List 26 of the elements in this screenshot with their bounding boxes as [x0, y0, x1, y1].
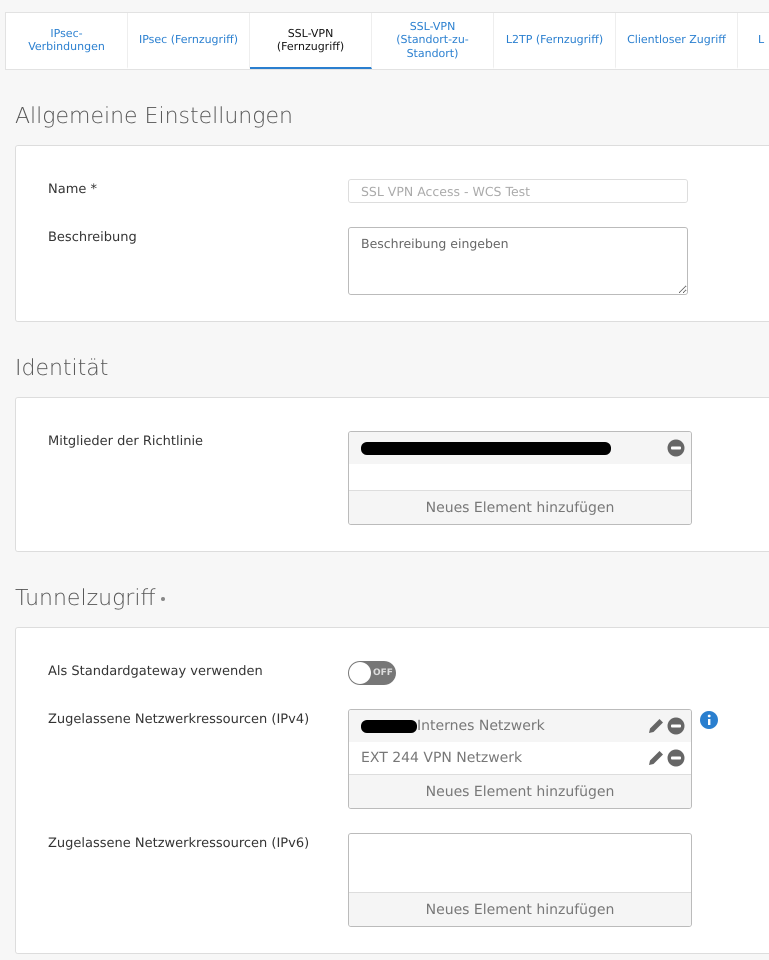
info-icon[interactable] — [700, 711, 718, 729]
section-title: Identität — [15, 356, 108, 381]
edit-icon[interactable] — [647, 717, 665, 735]
field-label: Name * — [48, 181, 98, 197]
field-label: Beschreibung — [48, 229, 138, 245]
field-label: Mitglieder der Richtlinie — [48, 433, 204, 449]
add-element-button[interactable]: Neues Element hinzufügen — [349, 774, 691, 808]
add-element-button[interactable]: Neues Element hinzufügen — [349, 892, 691, 926]
field-label: Zugelassene Netzwerkressourcen (IPv6) — [48, 835, 310, 851]
field-label: Als Standardgateway verwenden — [48, 663, 264, 679]
list-item[interactable]: EXT 244 VPN Netzwerk — [349, 742, 691, 774]
list-item[interactable]: Internes Netzwerk — [349, 710, 691, 742]
remove-icon[interactable] — [667, 717, 685, 735]
remove-icon[interactable] — [667, 749, 685, 767]
add-element-button[interactable]: Neues Element hinzufügen — [349, 490, 691, 524]
description-field[interactable]: Beschreibung eingeben — [348, 227, 688, 295]
tab[interactable]: SSL-VPN (Fernzugriff) — [250, 13, 372, 69]
item-text: Internes Netzwerk — [417, 718, 545, 734]
toggle-switch[interactable]: OFF — [348, 661, 396, 685]
list-item[interactable] — [349, 432, 691, 464]
item-text: EXT 244 VPN Netzwerk — [361, 750, 522, 766]
section-title: Allgemeine Einstellungen — [15, 104, 293, 129]
field-label: Zugelassene Netzwerkressourcen (IPv4) — [48, 711, 310, 727]
remove-icon[interactable] — [667, 439, 685, 457]
section-title: Tunnelzugriff — [15, 586, 156, 611]
edit-icon[interactable] — [647, 749, 665, 767]
